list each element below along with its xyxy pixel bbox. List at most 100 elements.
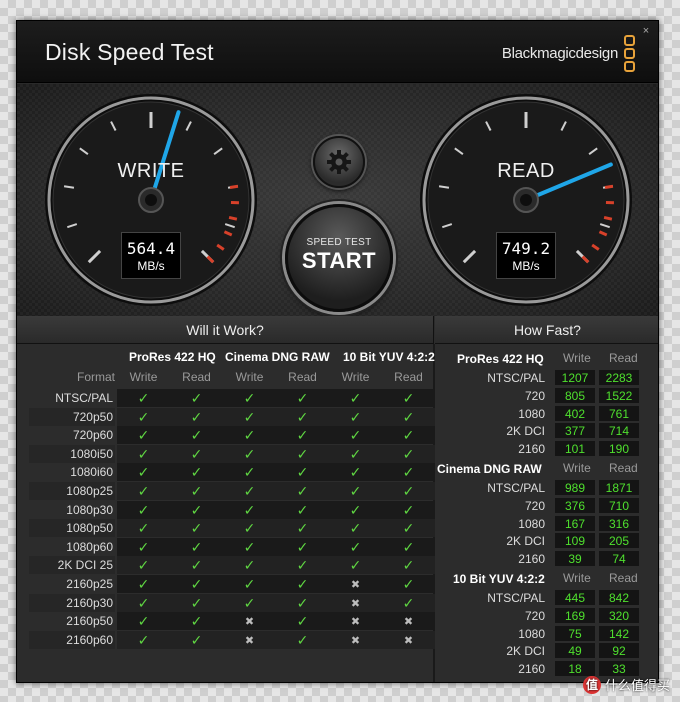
will-result-cell: ✓ <box>276 500 329 519</box>
will-result-cell: ✓ <box>276 575 329 593</box>
checkmark-icon: ✓ <box>243 557 256 574</box>
how-fast-write-value: 49 <box>554 642 596 660</box>
will-table-row: 1080p25 ✓ ✓ ✓ ✓ ✓ ✓ <box>29 482 435 500</box>
will-result-cell: ✓ <box>382 407 435 426</box>
will-result-cell: ✓ <box>117 389 170 407</box>
will-format-label: 1080i60 <box>70 465 113 480</box>
checkmark-icon: ✓ <box>137 594 150 611</box>
will-result-cell: ✖ <box>329 575 382 593</box>
how-fast-row: 1080 402 761 <box>435 404 658 423</box>
will-format-label: 2160p30 <box>29 593 115 612</box>
checkmark-icon: ✓ <box>402 464 415 481</box>
checkmark-icon: ✓ <box>243 390 256 406</box>
checkmark-icon: ✓ <box>190 427 203 444</box>
will-table-row: 2160p25 ✓ ✓ ✓ ✓ ✖ ✓ <box>29 575 435 593</box>
will-table-row: 720p50 ✓ ✓ ✓ ✓ ✓ ✓ <box>29 407 435 426</box>
read-speed-readout: 749.2 MB/s <box>496 232 556 279</box>
read-gauge-label: READ <box>497 160 555 182</box>
will-write-header: Write <box>341 370 370 384</box>
how-fast-write-value: 167 <box>554 514 596 532</box>
will-format-label: 720p50 <box>29 407 115 426</box>
will-result-cell: ✓ <box>382 500 435 519</box>
gear-icon <box>327 150 351 174</box>
will-result-cell: ✓ <box>223 575 276 593</box>
will-result-cell: ✓ <box>276 482 329 500</box>
how-fast-group: Cinema DNG RAW Write Read NTSC/PAL 989 1871 72… <box>435 456 658 568</box>
cross-icon: ✖ <box>350 634 361 647</box>
how-fast-read-value: 1522 <box>598 386 640 404</box>
read-gauge-hub-center <box>520 194 532 206</box>
will-result-cell: ✓ <box>117 556 170 575</box>
will-result-cell: ✓ <box>117 463 170 482</box>
checkmark-icon: ✓ <box>190 408 203 425</box>
checkmark-icon: ✓ <box>402 538 415 555</box>
checkmark-icon: ✓ <box>243 464 256 481</box>
checkmark-icon: ✓ <box>296 613 309 630</box>
checkmark-icon: ✓ <box>137 390 150 406</box>
how-fast-format-label: 2160 <box>518 662 545 677</box>
write-speed-readout: 564.4 MB/s <box>121 232 181 279</box>
how-fast-write-value: 377 <box>554 422 596 440</box>
checkmark-icon: ✓ <box>402 427 415 444</box>
will-result-cell: ✖ <box>329 630 382 649</box>
will-result-cell: ✓ <box>276 556 329 575</box>
watermark: 值 什么值得买 <box>582 675 670 694</box>
checkmark-icon: ✓ <box>137 445 150 462</box>
will-result-cell: ✓ <box>276 519 329 538</box>
will-result-cell: ✓ <box>117 612 170 631</box>
checkmark-icon: ✓ <box>402 520 415 537</box>
how-fast-write-header: Write <box>563 461 591 475</box>
checkmark-icon: ✓ <box>349 483 362 499</box>
how-fast-write-value: 402 <box>554 404 596 422</box>
how-fast-write-header: Write <box>563 571 591 585</box>
checkmark-icon: ✓ <box>349 557 362 574</box>
write-gauge: WRITE 564.4 MB/s <box>43 92 259 308</box>
will-result-cell: ✓ <box>276 389 329 407</box>
checkmark-icon: ✓ <box>190 501 203 518</box>
will-result-cell: ✓ <box>223 407 276 426</box>
brand-logo-icon <box>624 35 636 74</box>
checkmark-icon: ✓ <box>190 483 203 499</box>
will-format-label: 2160p50 <box>66 614 113 629</box>
start-button-label: START <box>301 248 377 273</box>
will-result-cell: ✓ <box>382 482 435 500</box>
how-fast-format-label: 720 <box>524 388 545 403</box>
how-fast-write-value: 75 <box>554 624 596 642</box>
checkmark-icon: ✓ <box>402 557 415 574</box>
checkmark-icon: ✓ <box>296 594 309 611</box>
checkmark-icon: ✓ <box>349 427 362 444</box>
close-button[interactable]: × <box>640 25 652 37</box>
will-result-cell: ✓ <box>117 519 170 538</box>
how-fast-read-header: Read <box>609 461 638 475</box>
will-result-cell: ✓ <box>382 556 435 575</box>
checkmark-icon: ✓ <box>296 427 309 444</box>
checkmark-icon: ✓ <box>296 557 309 574</box>
how-fast-format-label: 2K DCI <box>506 644 545 659</box>
will-table-row: 1080p50 ✓ ✓ ✓ ✓ ✓ ✓ <box>29 519 435 538</box>
checkmark-icon: ✓ <box>296 408 309 425</box>
will-result-cell: ✓ <box>170 407 223 426</box>
checkmark-icon: ✓ <box>349 390 362 406</box>
will-table-row: 1080i60 ✓ ✓ ✓ ✓ ✓ ✓ <box>29 463 435 482</box>
checkmark-icon: ✓ <box>243 520 256 537</box>
how-fast-format-label: NTSC/PAL <box>487 481 545 495</box>
checkmark-icon: ✓ <box>137 483 150 499</box>
will-table-row: 1080p30 ✓ ✓ ✓ ✓ ✓ ✓ <box>29 500 435 519</box>
will-result-cell: ✓ <box>117 630 170 649</box>
checkmark-icon: ✓ <box>296 390 309 406</box>
checkmark-icon: ✓ <box>296 520 309 537</box>
how-fast-read-value: 92 <box>598 642 640 660</box>
start-button[interactable]: SPEED TEST START <box>285 204 393 312</box>
will-result-cell: ✓ <box>329 426 382 445</box>
settings-button[interactable] <box>313 136 365 188</box>
checkmark-icon: ✓ <box>137 427 150 444</box>
how-fast-row: NTSC/PAL 1207 2283 <box>435 369 658 387</box>
will-result-cell: ✓ <box>223 537 276 556</box>
checkmark-icon: ✓ <box>243 427 256 444</box>
will-group-title: 10 Bit YUV 4:2:2 <box>343 350 435 364</box>
will-result-cell: ✓ <box>170 389 223 407</box>
will-result-cell: ✓ <box>382 575 435 593</box>
checkmark-icon: ✓ <box>243 501 256 518</box>
will-result-cell: ✓ <box>382 426 435 445</box>
will-table-row: 2160p60 ✓ ✓ ✖ ✓ ✖ ✖ <box>29 630 435 649</box>
